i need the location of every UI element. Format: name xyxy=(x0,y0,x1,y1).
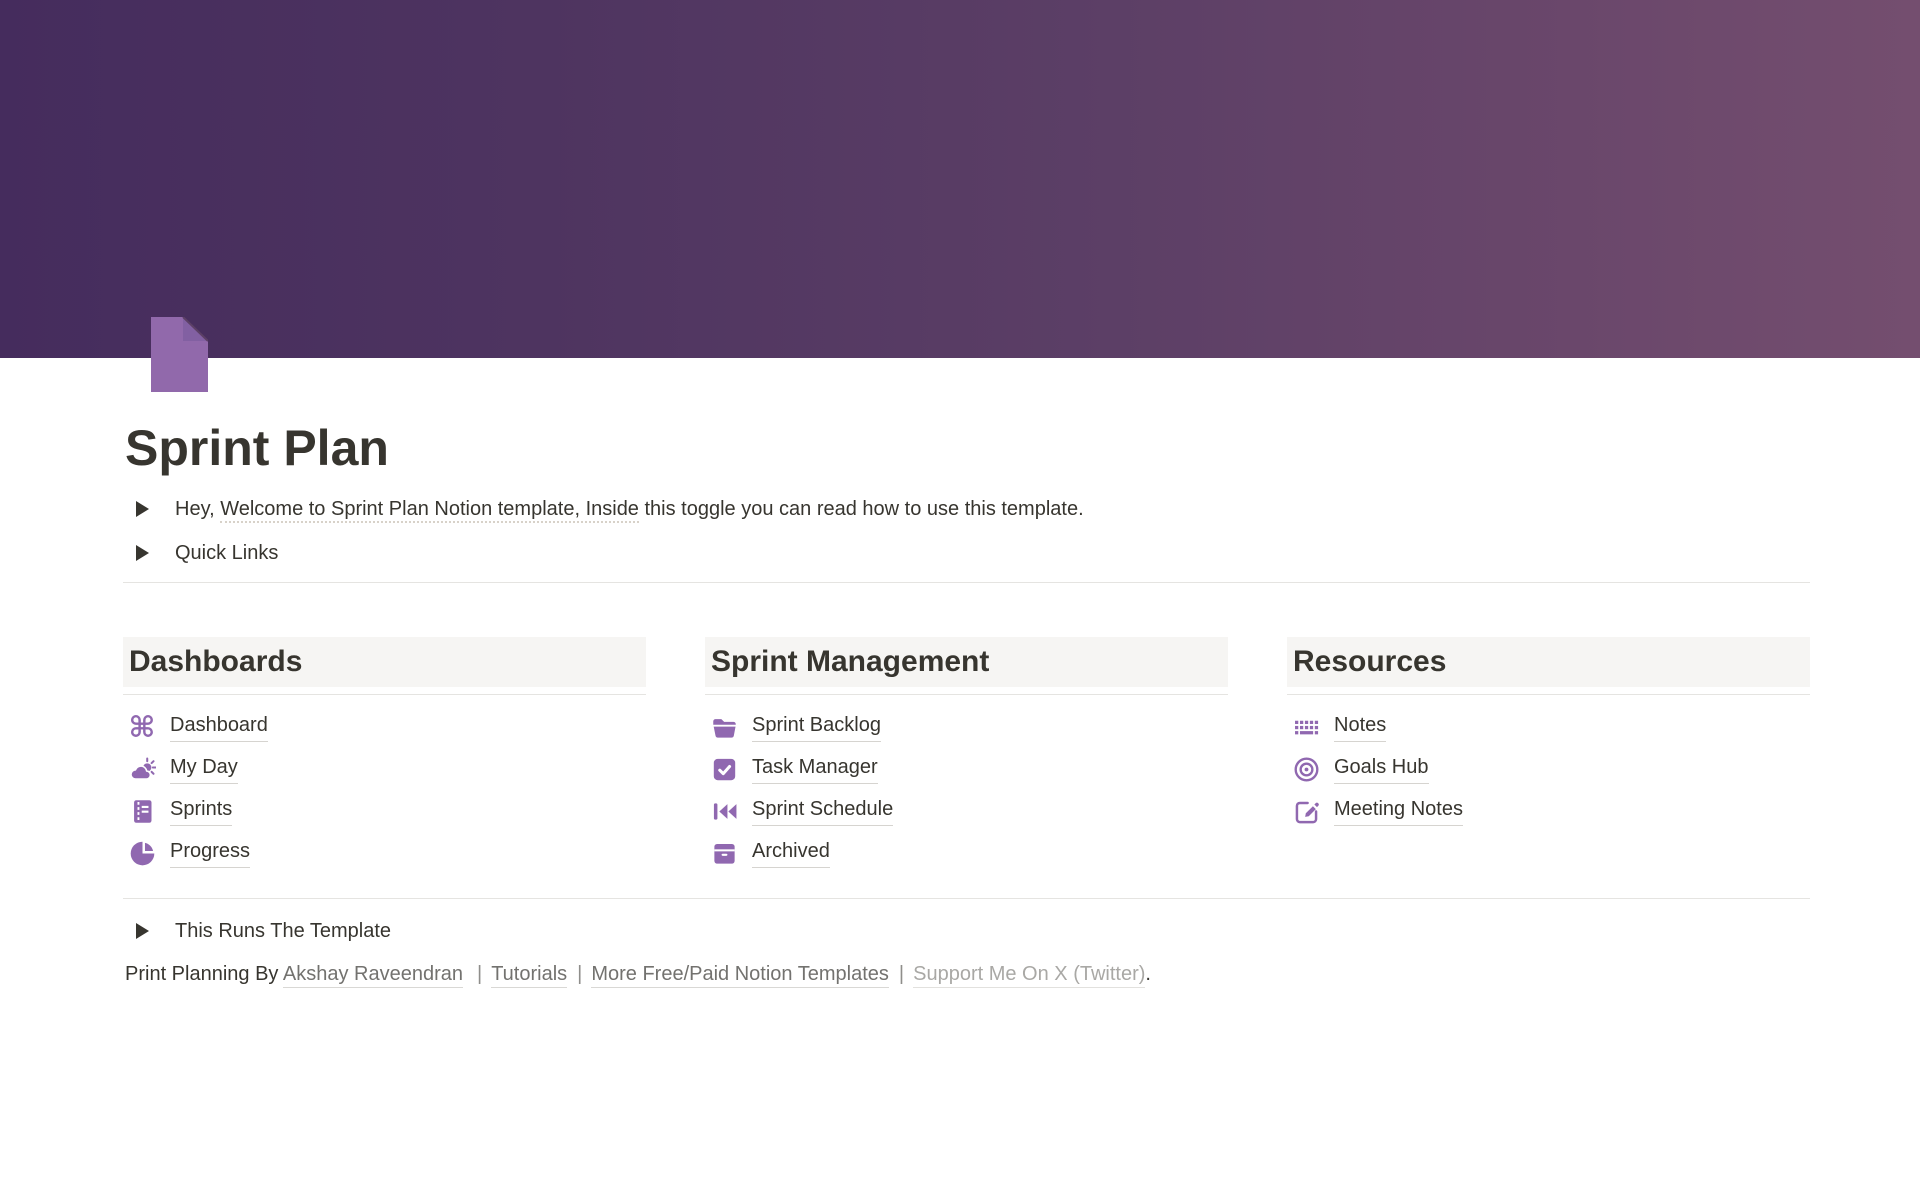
archive-box-icon xyxy=(709,838,739,868)
page-link-label[interactable]: Sprint Backlog xyxy=(752,712,881,742)
page-link-label[interactable]: Meeting Notes xyxy=(1334,796,1463,826)
page-link-sprint-backlog[interactable]: Sprint Backlog xyxy=(709,706,1228,748)
column-sprint-management: Sprint Management Sprint Backlog xyxy=(705,637,1228,874)
checked-checkbox-icon xyxy=(709,754,739,784)
toggle-triangle-icon[interactable] xyxy=(136,501,149,517)
heading-sprint-management-label: Sprint Management xyxy=(711,644,989,680)
page-link-archived[interactable]: Archived xyxy=(709,832,1228,874)
page-link-progress[interactable]: Progress xyxy=(127,832,646,874)
page-link-label[interactable]: Sprint Schedule xyxy=(752,796,893,826)
divider xyxy=(1287,694,1810,695)
column-dashboards: Dashboards ⌘ Dashboard xyxy=(123,637,646,874)
target-icon xyxy=(1291,754,1321,784)
toggle-runs-template-label: This Runs The Template xyxy=(175,916,391,946)
page-link-label[interactable]: Dashboard xyxy=(170,712,268,742)
columns-section: Dashboards ⌘ Dashboard xyxy=(123,637,1810,874)
page-link-label[interactable]: Sprints xyxy=(170,796,232,826)
toggle-welcome[interactable]: Hey, Welcome to Sprint Plan Notion templ… xyxy=(123,494,1810,524)
spellcheck-underline: Welcome to Sprint Plan Notion template, … xyxy=(220,498,639,523)
heading-resources-label: Resources xyxy=(1293,644,1446,680)
footer-prefix: Print Planning By xyxy=(125,963,283,985)
separator: | xyxy=(477,963,482,985)
page-link-label[interactable]: Goals Hub xyxy=(1334,754,1429,784)
page-icon[interactable] xyxy=(145,317,208,392)
heading-sprint-management: Sprint Management xyxy=(705,637,1228,687)
sun-behind-cloud-icon xyxy=(127,754,157,784)
page-link-notes[interactable]: Notes xyxy=(1291,706,1810,748)
page-title[interactable]: Sprint Plan xyxy=(125,418,1810,478)
separator: | xyxy=(577,963,582,985)
page-link-my-day[interactable]: My Day xyxy=(127,748,646,790)
separator: | xyxy=(899,963,904,985)
footer-credits: Print Planning By Akshay Raveendran | Tuto… xyxy=(125,959,1810,989)
skip-back-icon xyxy=(709,796,739,826)
journal-icon xyxy=(127,796,157,826)
command-icon: ⌘ xyxy=(127,712,157,742)
pie-chart-icon xyxy=(127,838,157,868)
page-link-goals-hub[interactable]: Goals Hub xyxy=(1291,748,1810,790)
divider xyxy=(705,694,1228,695)
page-link-label[interactable]: Progress xyxy=(170,838,250,868)
toggle-triangle-icon[interactable] xyxy=(136,923,149,939)
toggle-quick-links-label: Quick Links xyxy=(175,538,278,568)
page-link-meeting-notes[interactable]: Meeting Notes xyxy=(1291,790,1810,832)
document-page-icon xyxy=(145,317,208,392)
templates-link[interactable]: More Free/Paid Notion Templates xyxy=(591,963,889,988)
page-content: Sprint Plan Hey, Welcome to Sprint Plan … xyxy=(0,418,1920,989)
footer-suffix: . xyxy=(1145,963,1151,985)
page-link-label[interactable]: Notes xyxy=(1334,712,1386,742)
page-link-dashboard[interactable]: ⌘ Dashboard xyxy=(127,706,646,748)
heading-dashboards: Dashboards xyxy=(123,637,646,687)
page-link-label[interactable]: Task Manager xyxy=(752,754,878,784)
page-link-task-manager[interactable]: Task Manager xyxy=(709,748,1228,790)
tutorials-link[interactable]: Tutorials xyxy=(491,963,567,988)
page-link-sprint-schedule[interactable]: Sprint Schedule xyxy=(709,790,1228,832)
heading-dashboards-label: Dashboards xyxy=(129,644,302,680)
page-link-label[interactable]: Archived xyxy=(752,838,830,868)
divider xyxy=(123,582,1810,583)
open-folder-icon xyxy=(709,712,739,742)
page-link-sprints[interactable]: Sprints xyxy=(127,790,646,832)
author-link[interactable]: Akshay Raveendran xyxy=(283,963,463,988)
toggle-triangle-icon[interactable] xyxy=(136,545,149,561)
divider xyxy=(123,694,646,695)
page-link-label[interactable]: My Day xyxy=(170,754,238,784)
edit-pencil-icon xyxy=(1291,796,1321,826)
toggle-welcome-label: Hey, Welcome to Sprint Plan Notion templ… xyxy=(175,494,1084,524)
heading-resources: Resources xyxy=(1287,637,1810,687)
toggle-quick-links[interactable]: Quick Links xyxy=(123,538,1810,568)
keyboard-icon xyxy=(1291,712,1321,742)
divider xyxy=(123,898,1810,899)
column-resources: Resources Notes xyxy=(1287,637,1810,874)
support-link[interactable]: Support Me On X (Twitter) xyxy=(913,963,1145,988)
cover-image xyxy=(0,0,1920,358)
toggle-runs-template[interactable]: This Runs The Template xyxy=(123,916,1810,946)
notion-page: Sprint Plan Hey, Welcome to Sprint Plan … xyxy=(0,0,1920,1199)
